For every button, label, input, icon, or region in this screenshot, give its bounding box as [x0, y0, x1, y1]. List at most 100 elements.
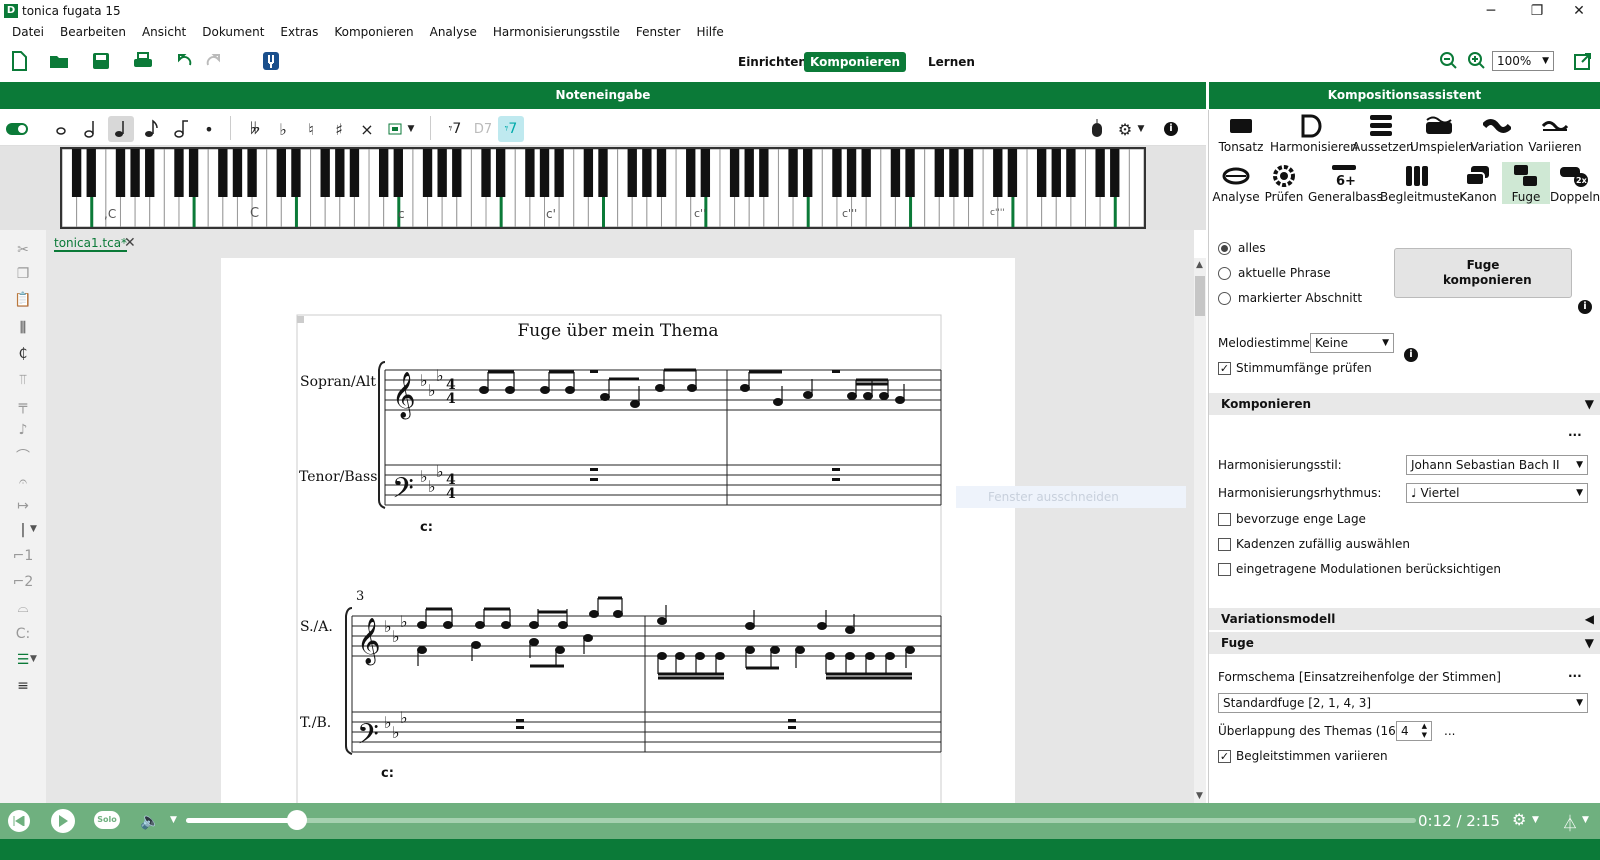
- note-head[interactable]: [695, 652, 705, 660]
- note-head[interactable]: [905, 646, 915, 654]
- note-head[interactable]: [773, 398, 783, 406]
- note-head[interactable]: [879, 392, 889, 400]
- tool-aussetzen[interactable]: Aussetzen: [1352, 112, 1414, 154]
- note-head[interactable]: [745, 622, 755, 630]
- tool-variation[interactable]: Variation: [1468, 112, 1526, 154]
- tool-doppeln[interactable]: 2x Doppeln: [1550, 162, 1600, 204]
- note-head[interactable]: [845, 626, 855, 634]
- chevron-down-icon[interactable]: ▼: [170, 815, 177, 825]
- note-head[interactable]: [475, 621, 485, 629]
- rewind-button[interactable]: [8, 810, 30, 832]
- info-icon[interactable]: i: [1404, 348, 1418, 362]
- note-head[interactable]: [885, 652, 895, 660]
- option-checkbox[interactable]: [1218, 538, 1231, 551]
- note-head[interactable]: [863, 392, 873, 400]
- note-head[interactable]: [505, 386, 515, 394]
- note-head[interactable]: [417, 646, 427, 654]
- playback-slider[interactable]: [186, 810, 1416, 830]
- note-head[interactable]: [895, 396, 905, 404]
- section-komponieren[interactable]: Komponieren ▼: [1209, 393, 1600, 415]
- note-head[interactable]: [847, 392, 857, 400]
- tool-label: Analyse: [1212, 190, 1260, 204]
- volume-icon[interactable]: 🔈: [140, 811, 160, 830]
- zoom-select[interactable]: 100% ▼: [1492, 51, 1554, 71]
- tool-label: Variieren: [1528, 140, 1582, 154]
- note-head[interactable]: [655, 384, 665, 392]
- form-schema-select[interactable]: Standardfuge [2, 1, 4, 3] ▼: [1218, 693, 1588, 713]
- note-head[interactable]: [687, 384, 697, 392]
- note-head[interactable]: [795, 646, 805, 654]
- melody-voice-select[interactable]: Keine ▼: [1310, 333, 1394, 353]
- note-head[interactable]: [740, 384, 750, 392]
- tool-generalbass[interactable]: 6+ Generalbass: [1308, 162, 1383, 204]
- option-checkbox[interactable]: [1218, 563, 1231, 576]
- maximize-button[interactable]: ❐: [1514, 0, 1560, 22]
- note-head[interactable]: [529, 621, 539, 629]
- overlap-stepper[interactable]: 4 ▲ ▼: [1396, 721, 1432, 741]
- tool-variieren[interactable]: Variieren: [1526, 112, 1584, 154]
- check-ranges-checkbox[interactable]: ✓: [1218, 362, 1231, 375]
- more-options-button[interactable]: ...: [1568, 666, 1582, 680]
- note-head[interactable]: [630, 400, 640, 408]
- tool-kanon[interactable]: Kanon: [1454, 162, 1502, 204]
- playback-handle[interactable]: [286, 810, 307, 830]
- section-fuge[interactable]: Fuge ▼: [1209, 632, 1600, 654]
- scope-radio-section[interactable]: [1218, 292, 1231, 305]
- scope-radio-alles[interactable]: [1218, 242, 1231, 255]
- note-head[interactable]: [845, 652, 855, 660]
- more-options-button[interactable]: ...: [1568, 425, 1582, 439]
- note-head[interactable]: [770, 646, 780, 654]
- option-checkbox[interactable]: [1218, 513, 1231, 526]
- note-head[interactable]: [479, 386, 489, 394]
- tool-fuge[interactable]: Fuge: [1502, 162, 1550, 204]
- note-head[interactable]: [657, 617, 667, 625]
- note-head[interactable]: [715, 652, 725, 660]
- close-window-button[interactable]: ✕: [1556, 0, 1600, 22]
- note-head[interactable]: [600, 393, 610, 401]
- chevron-down-icon[interactable]: ▼: [1582, 815, 1589, 825]
- note-head[interactable]: [501, 621, 511, 629]
- chevron-down-icon[interactable]: ▼: [1532, 815, 1539, 825]
- tool-umspielen[interactable]: Umspielen: [1410, 112, 1473, 154]
- metronome-settings-icon[interactable]: ⚙: [1512, 810, 1526, 829]
- tool-analyse[interactable]: Analyse: [1212, 162, 1260, 204]
- note-head[interactable]: [471, 641, 481, 649]
- compose-fugue-button[interactable]: Fuge komponieren: [1394, 248, 1572, 298]
- harmonization-rhythm-select[interactable]: ♩ Viertel ▼: [1406, 483, 1588, 503]
- info-icon[interactable]: i: [1578, 300, 1592, 314]
- note-head[interactable]: [803, 391, 813, 399]
- note-head[interactable]: [657, 652, 667, 660]
- note-head[interactable]: [540, 386, 550, 394]
- zoom-out-icon[interactable]: [1436, 48, 1462, 74]
- note-head[interactable]: [613, 610, 623, 618]
- note-head[interactable]: [675, 652, 685, 660]
- scope-radio-phrase[interactable]: [1218, 267, 1231, 280]
- note-head[interactable]: [817, 622, 827, 630]
- tool-harmonisieren[interactable]: Harmonisieren: [1270, 112, 1358, 154]
- section-variationsmodell[interactable]: Variationsmodell ◀: [1209, 608, 1600, 630]
- zoom-in-icon[interactable]: [1464, 48, 1490, 74]
- export-icon[interactable]: [1570, 48, 1596, 74]
- vary-accompaniment-checkbox[interactable]: ✓: [1218, 750, 1231, 763]
- note-head[interactable]: [583, 634, 593, 642]
- tool-begleitmuster[interactable]: Begleitmuster: [1380, 162, 1465, 204]
- note-head[interactable]: [589, 610, 599, 618]
- note-head[interactable]: [443, 621, 453, 629]
- overlap-more-button[interactable]: ...: [1444, 724, 1455, 738]
- note-head[interactable]: [565, 386, 575, 394]
- note-head[interactable]: [417, 621, 427, 629]
- solo-button[interactable]: Solo: [94, 811, 120, 829]
- play-button[interactable]: [51, 809, 75, 833]
- minimize-button[interactable]: ─: [1468, 0, 1514, 22]
- harmonization-style-select[interactable]: Johann Sebastian Bach II ▼: [1406, 455, 1588, 475]
- note-head[interactable]: [529, 638, 539, 646]
- note-head[interactable]: [558, 621, 568, 629]
- note-head[interactable]: [825, 652, 835, 660]
- tool-prüfen[interactable]: Prüfen: [1260, 162, 1308, 204]
- score-notation[interactable]: 𝄞 𝄢 𝄞 𝄢 ♭♭♭ ♭♭♭ ♭♭♭ ♭♭♭ 44 44 3: [0, 0, 1206, 803]
- metronome-icon[interactable]: ⏃: [1562, 810, 1578, 834]
- tool-tonsatz[interactable]: Tonsatz: [1212, 112, 1270, 154]
- note-head[interactable]: [865, 652, 875, 660]
- note-head[interactable]: [555, 646, 565, 654]
- note-head[interactable]: [745, 646, 755, 654]
